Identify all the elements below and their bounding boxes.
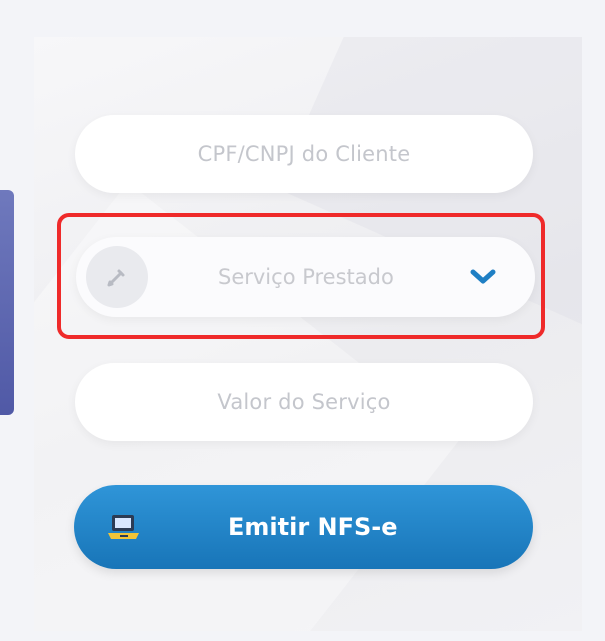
- emit-nfse-button[interactable]: Emitir NFS-e: [74, 485, 533, 569]
- service-dropdown[interactable]: Serviço Prestado: [76, 237, 535, 317]
- emit-nfse-label: Emitir NFS-e: [228, 513, 398, 541]
- laptop-icon: [103, 510, 145, 544]
- client-document-placeholder: CPF/CNPJ do Cliente: [197, 142, 411, 166]
- chevron-down-icon[interactable]: [462, 263, 504, 291]
- nfse-form-card: CPF/CNPJ do Cliente Serviço Prestado Val…: [34, 37, 582, 631]
- service-value-field[interactable]: Valor do Serviço: [75, 363, 533, 441]
- pencil-icon: [86, 246, 148, 308]
- client-document-field[interactable]: CPF/CNPJ do Cliente: [75, 115, 533, 193]
- service-value-placeholder: Valor do Serviço: [217, 390, 391, 414]
- service-dropdown-placeholder: Serviço Prestado: [218, 265, 394, 289]
- left-side-accent: [0, 190, 14, 415]
